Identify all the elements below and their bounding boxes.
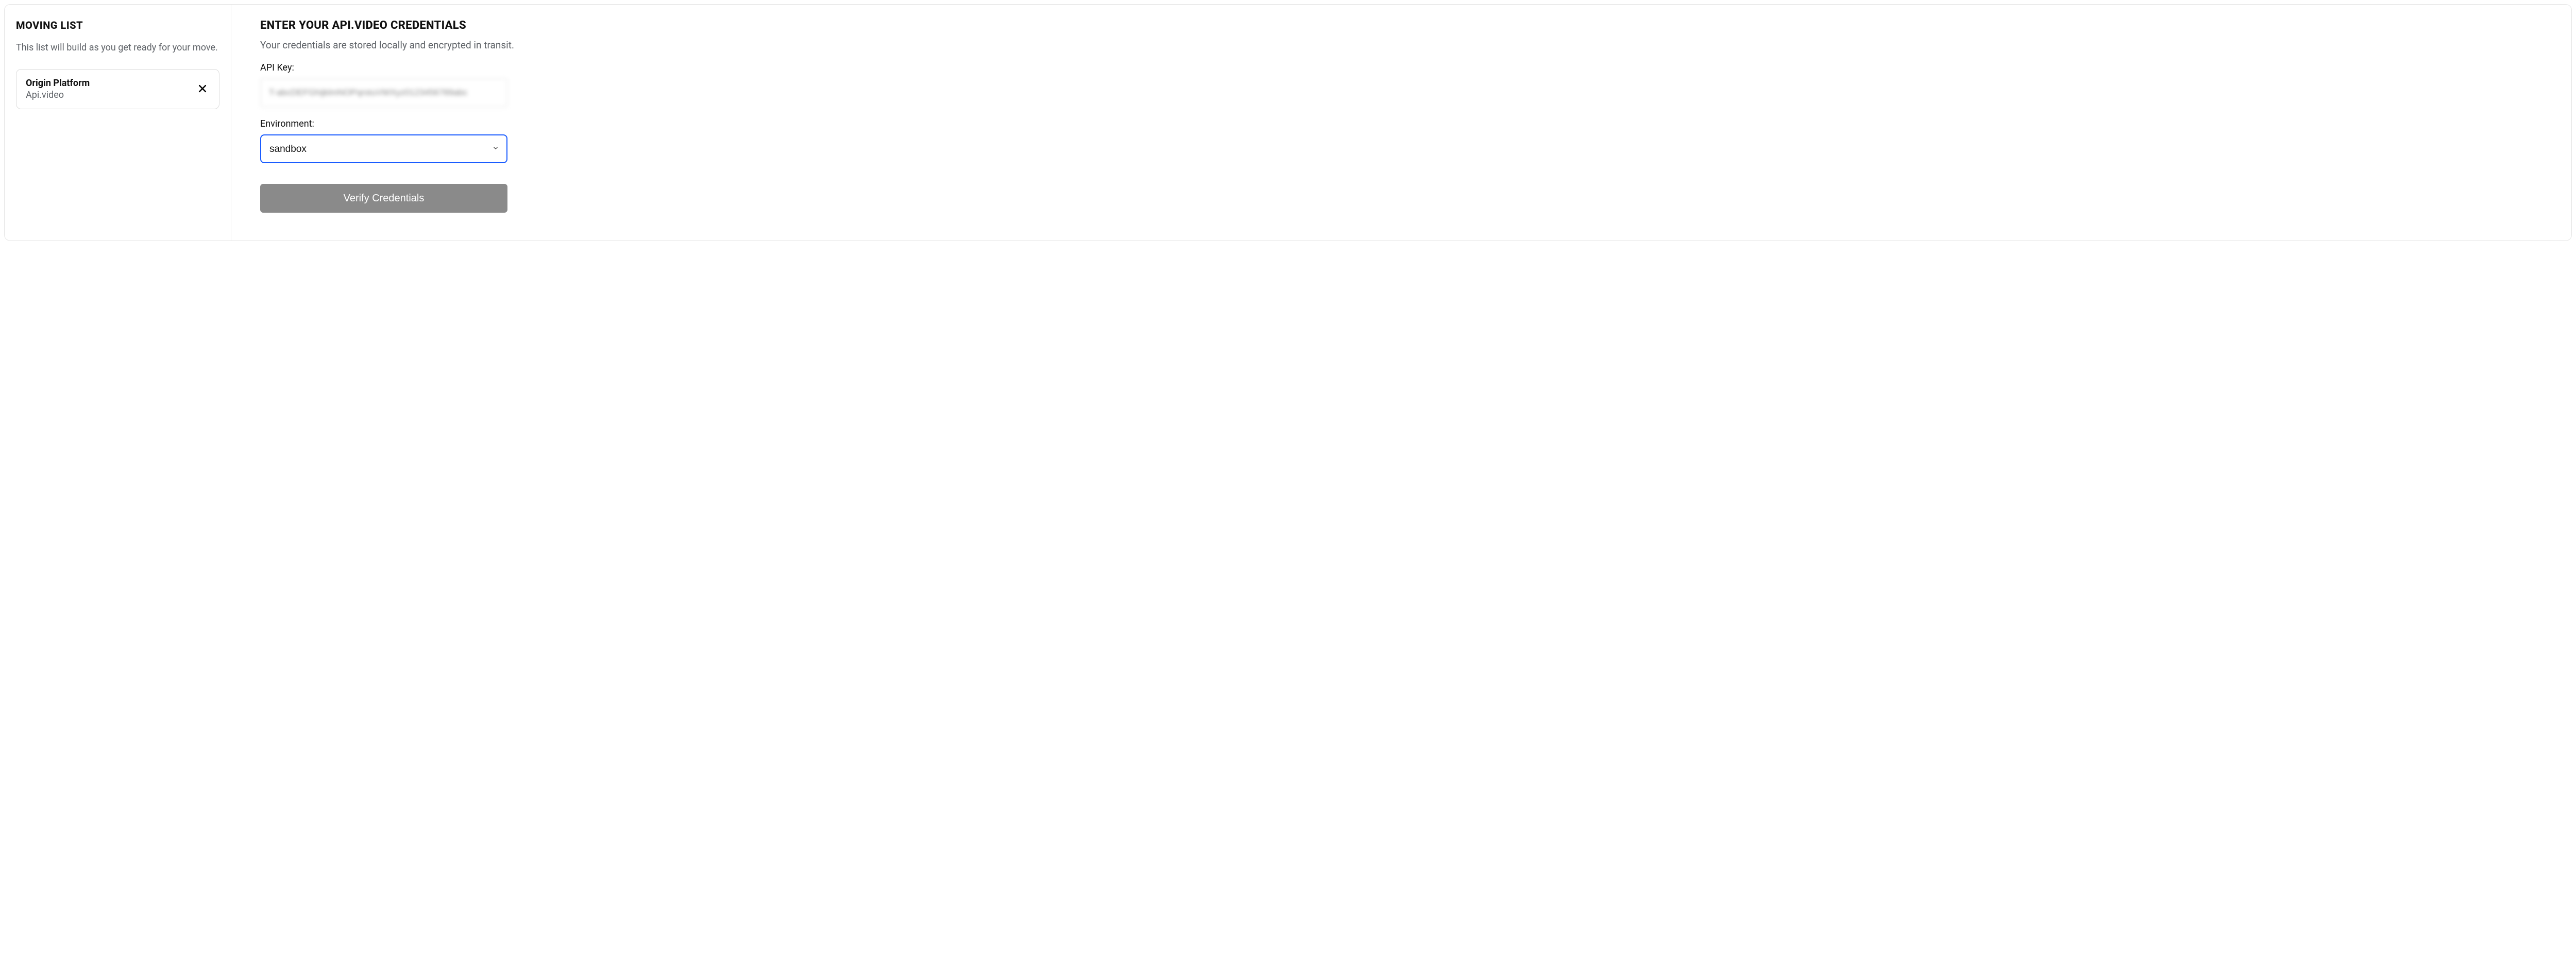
moving-list-item-value: Api.video (26, 90, 90, 100)
form-title: ENTER YOUR API.VIDEO CREDENTIALS (260, 19, 2543, 32)
api-key-group: API Key: (260, 62, 2543, 107)
moving-list-description: This list will build as you get ready fo… (16, 41, 219, 55)
close-icon (197, 83, 208, 95)
environment-group: Environment: sandbox (260, 118, 2543, 163)
api-key-input[interactable] (260, 78, 507, 107)
moving-list-item: Origin Platform Api.video (16, 69, 219, 109)
credentials-panel: MOVING LIST This list will build as you … (4, 4, 2572, 241)
form-description: Your credentials are stored locally and … (260, 39, 2543, 51)
moving-list-title: MOVING LIST (16, 19, 219, 31)
environment-label: Environment: (260, 118, 2543, 129)
credentials-form: ENTER YOUR API.VIDEO CREDENTIALS Your cr… (231, 5, 2571, 240)
moving-list-item-text: Origin Platform Api.video (26, 78, 90, 100)
remove-item-button[interactable] (195, 81, 210, 97)
verify-credentials-button[interactable]: Verify Credentials (260, 184, 507, 213)
api-key-label: API Key: (260, 62, 2543, 73)
moving-list-sidebar: MOVING LIST This list will build as you … (5, 5, 231, 240)
moving-list-item-label: Origin Platform (26, 78, 90, 89)
environment-select-wrapper: sandbox (260, 134, 507, 163)
environment-select[interactable]: sandbox (260, 134, 507, 163)
